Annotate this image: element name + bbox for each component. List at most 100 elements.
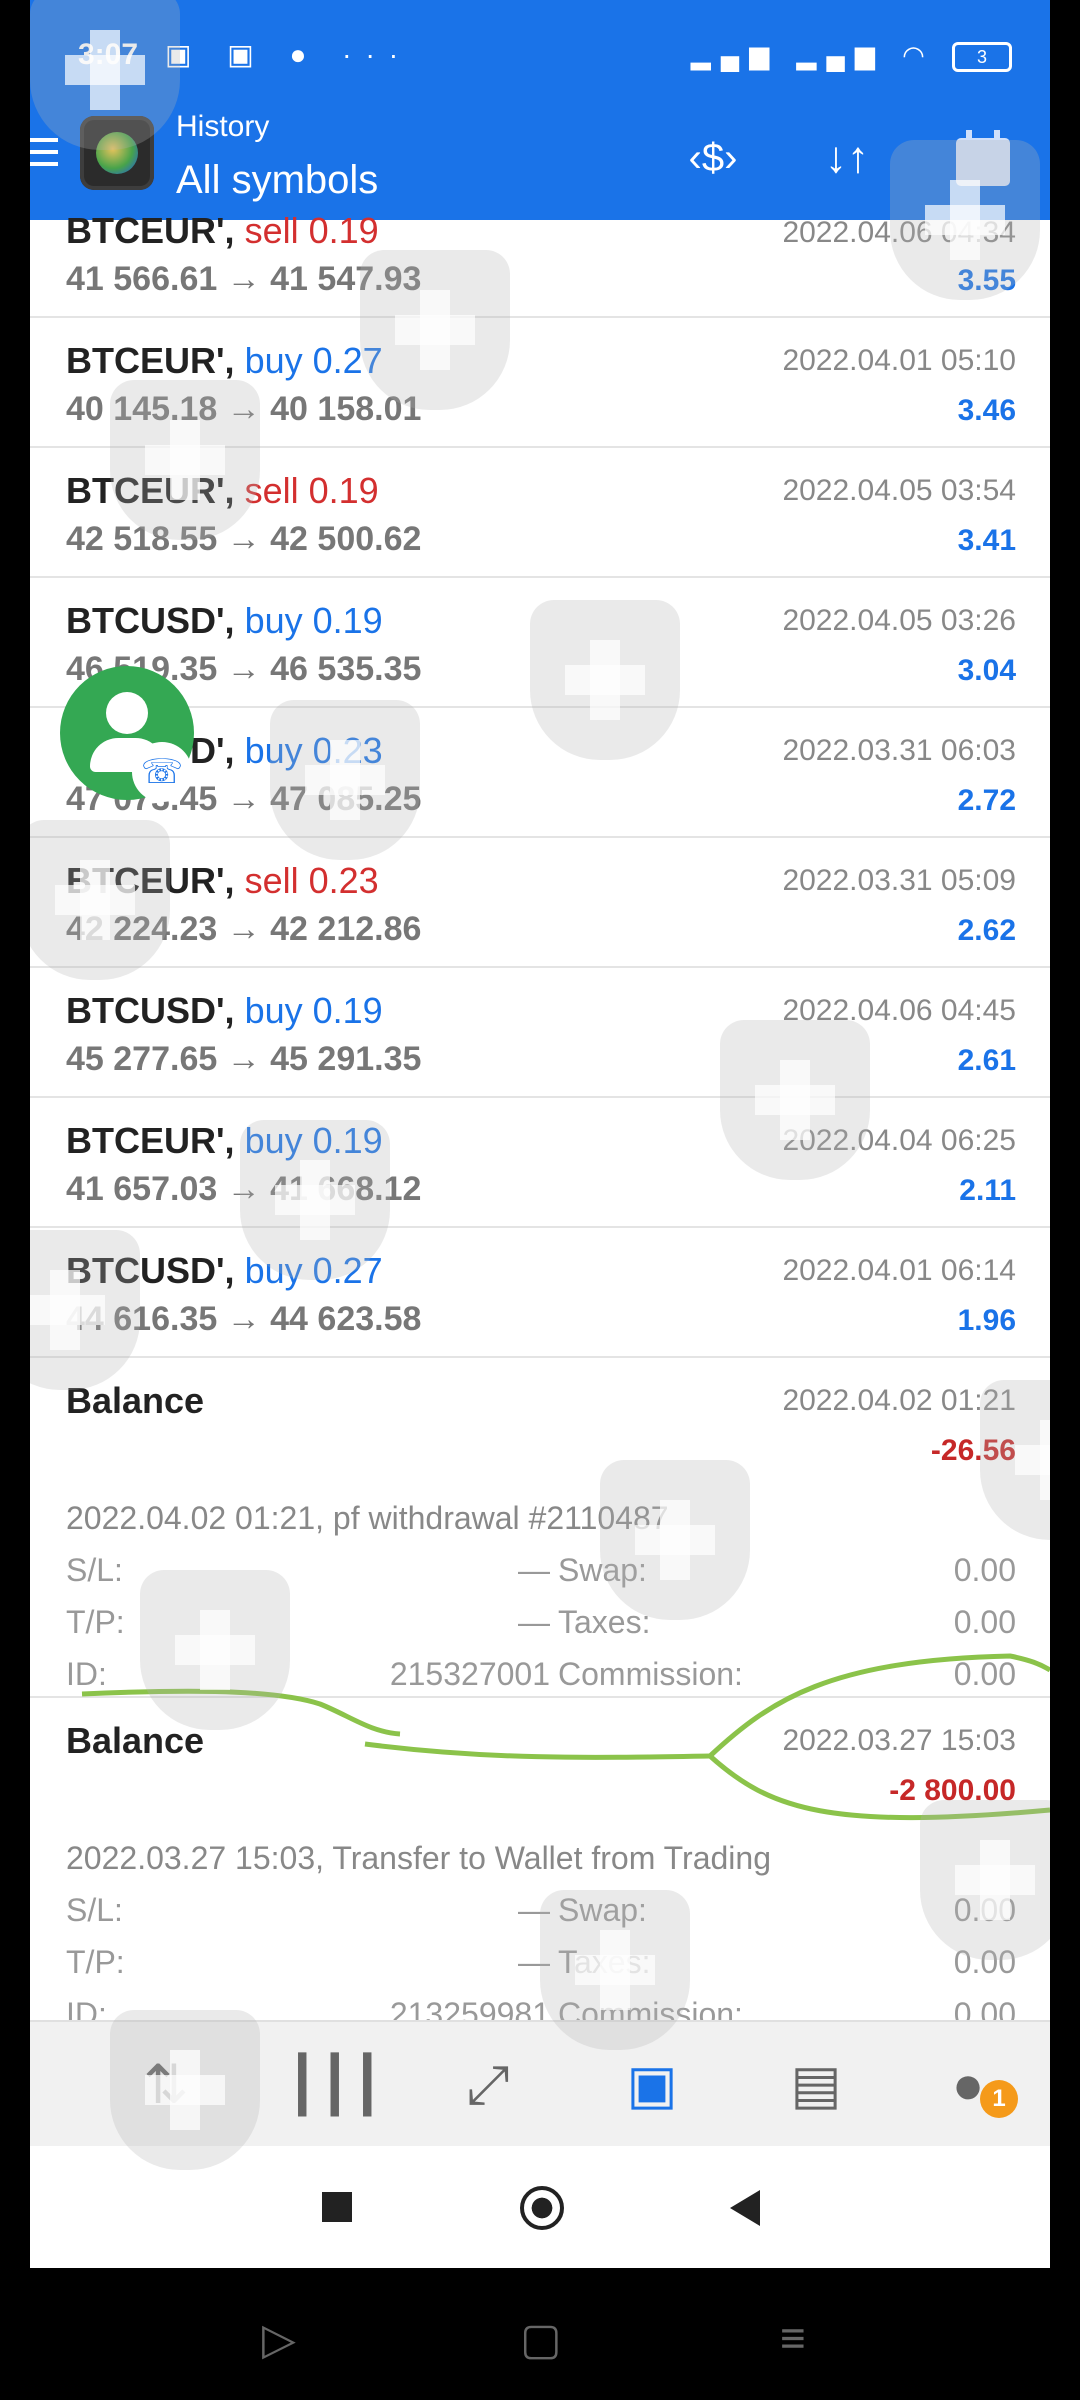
deal-side: sell 0.23	[244, 860, 379, 901]
deal-prices: 42 518.55 → 42 500.62	[66, 520, 422, 558]
back-button[interactable]	[730, 2190, 760, 2226]
deal-prices: 45 277.65 → 45 291.35	[66, 1040, 422, 1078]
battery-icon: 3	[952, 42, 1012, 73]
recents-button[interactable]	[314, 2184, 364, 2234]
deal-side: buy 0.19	[244, 1120, 383, 1161]
deal-time: 2022.04.01 06:14	[782, 1254, 1016, 1287]
deal-symbol: BTCUSD', buy 0.19	[66, 990, 383, 1031]
status-time: 3:07	[78, 38, 139, 71]
deal-row[interactable]: BTCUSD', buy 0.19 46 519.35 → 46 535.35 …	[30, 578, 1050, 708]
app-header: 3:07 ▣ ▣ ● ··· ▂▄▆ ▂▄▆ ◠ 3 History All s…	[30, 0, 1050, 220]
play-outline-icon[interactable]: ▷	[262, 2314, 296, 2365]
deal-side: buy 0.19	[244, 600, 383, 641]
taxes-label: Taxes:	[558, 1604, 651, 1640]
notification-icons: ▣ ▣ ● ···	[165, 39, 413, 70]
calendar-icon[interactable]	[956, 130, 1010, 186]
message-badge: 1	[980, 2080, 1018, 2118]
home-button[interactable]	[518, 2184, 568, 2234]
deal-side: buy 0.27	[244, 340, 383, 381]
taxes-value: 0.00	[953, 1604, 1016, 1640]
deal-side: buy 0.23	[244, 730, 383, 771]
sl-label: S/L:	[66, 1892, 123, 1928]
history-icon[interactable]: ▣	[612, 2050, 692, 2120]
currency-exchange-icon[interactable]: ‹$›	[678, 128, 748, 188]
square-outline-icon[interactable]: ▢	[520, 2314, 562, 2365]
tp-label: T/P:	[66, 1944, 125, 1980]
signal-wifi-icons: ▂▄▆ ▂▄▆ ◠ 3	[690, 40, 1012, 73]
deal-symbol: BTCEUR', sell 0.19	[66, 470, 379, 511]
deal-row[interactable]: BTCEUR', sell 0.19 41 566.61 → 41 547.93…	[30, 210, 1050, 318]
deal-profit: 2.11	[959, 1174, 1016, 1207]
deal-symbol: BTCEUR', buy 0.19	[66, 1120, 383, 1161]
deal-time: 2022.03.31 06:03	[782, 734, 1016, 767]
balance-amount: -2 800.00	[889, 1774, 1016, 1807]
page-title[interactable]: All symbols	[176, 158, 378, 203]
sl-label: S/L:	[66, 1552, 123, 1588]
balance-comment: 2022.03.27 15:03, Transfer to Wallet fro…	[66, 1840, 771, 1876]
balance-title: Balance	[66, 1380, 205, 1421]
deal-profit: 2.72	[957, 784, 1016, 817]
swap-label: Swap:	[558, 1892, 647, 1928]
deal-side: sell 0.19	[244, 210, 379, 251]
deal-prices: 42 224.23 → 42 212.86	[66, 910, 422, 948]
deal-row[interactable]: BTCEUR', sell 0.19 42 518.55 → 42 500.62…	[30, 448, 1050, 578]
bottom-nav: ⇅ ┃┃┃ ⤢ ▣ ▤ ● 1	[30, 2020, 1050, 2148]
balance-row[interactable]: Balance 2022.03.27 15:03 -2 800.00 2022.…	[30, 1698, 1050, 2036]
sl-value: —	[518, 1892, 550, 1928]
deal-side: buy 0.27	[244, 1250, 383, 1291]
balance-time: 2022.04.02 01:21	[782, 1384, 1016, 1417]
system-nav	[30, 2146, 1050, 2268]
deal-row[interactable]: BTCUSD', buy 0.19 45 277.65 → 45 291.35 …	[30, 968, 1050, 1098]
deal-time: 2022.04.01 05:10	[782, 344, 1016, 377]
balance-comment: 2022.04.02 01:21, pf withdrawal #2110487	[66, 1500, 669, 1536]
phone-icon: ☏	[132, 742, 192, 802]
floating-contact-button[interactable]: ☏	[60, 666, 194, 802]
deal-row[interactable]: BTCEUR', buy 0.19 41 657.03 → 41 668.12 …	[30, 1098, 1050, 1228]
swap-label: Swap:	[558, 1552, 647, 1588]
sl-value: —	[518, 1552, 550, 1588]
commission-label: Commission:	[558, 1656, 743, 1692]
deal-profit: 2.62	[957, 914, 1016, 947]
deal-prices: 41 657.03 → 41 668.12	[66, 1170, 422, 1208]
deal-time: 2022.04.05 03:54	[782, 474, 1016, 507]
deal-row[interactable]: BTCEUR', sell 0.23 42 224.23 → 42 212.86…	[30, 838, 1050, 968]
tp-value: —	[518, 1604, 550, 1640]
deal-prices: 40 145.18 → 40 158.01	[66, 390, 422, 428]
taxes-value: 0.00	[953, 1944, 1016, 1980]
id-value: 215327001	[389, 1656, 550, 1692]
sort-icon[interactable]: ↓↑	[812, 128, 882, 188]
deal-time: 2022.04.04 06:25	[782, 1124, 1016, 1157]
deal-symbol: BTCUSD', buy 0.27	[66, 1250, 383, 1291]
chart-icon[interactable]: ┃┃┃	[286, 2050, 384, 2120]
deal-profit: 2.61	[957, 1044, 1016, 1077]
menu-lines-icon[interactable]: ≡	[780, 2314, 806, 2364]
deal-profit: 1.96	[957, 1304, 1016, 1337]
balance-title: Balance	[66, 1720, 205, 1761]
deal-time: 2022.04.06 04:34	[782, 216, 1016, 249]
deal-row[interactable]: BTCEUR', buy 0.27 40 145.18 → 40 158.01 …	[30, 318, 1050, 448]
swap-value: 0.00	[953, 1892, 1016, 1928]
deal-time: 2022.03.31 05:09	[782, 864, 1016, 897]
signal-icon: ▂▄▆ ▂▄▆ ◠	[690, 40, 935, 70]
deal-side: buy 0.19	[244, 990, 383, 1031]
news-icon[interactable]: ▤	[776, 2050, 856, 2120]
deal-profit: 3.04	[957, 654, 1016, 687]
deal-symbol: BTCEUR', sell 0.23	[66, 860, 379, 901]
deal-profit: 3.55	[957, 264, 1016, 297]
balance-row[interactable]: Balance 2022.04.02 01:21 -26.56 2022.04.…	[30, 1358, 1050, 1698]
app-screen: 3:07 ▣ ▣ ● ··· ▂▄▆ ▂▄▆ ◠ 3 History All s…	[30, 0, 1050, 2268]
app-logo	[80, 116, 154, 190]
quotes-icon[interactable]: ⇅	[126, 2050, 206, 2120]
outer-nav-bar: ▷ ▢ ≡	[0, 2268, 1080, 2400]
trade-icon[interactable]: ⤢	[448, 2050, 528, 2120]
deal-profit: 3.41	[957, 524, 1016, 557]
balance-amount: -26.56	[930, 1434, 1016, 1467]
deal-row[interactable]: BTCUSD', buy 0.27 44 616.35 → 44 623.58 …	[30, 1228, 1050, 1358]
swap-value: 0.00	[953, 1552, 1016, 1588]
deal-prices: 41 566.61 → 41 547.93	[66, 260, 422, 298]
deal-symbol: BTCUSD', buy 0.19	[66, 600, 383, 641]
page-subtitle: History	[176, 110, 270, 143]
menu-icon[interactable]	[30, 138, 58, 168]
deal-symbol: BTCEUR', sell 0.19	[66, 210, 379, 251]
deal-symbol: BTCEUR', buy 0.27	[66, 340, 383, 381]
